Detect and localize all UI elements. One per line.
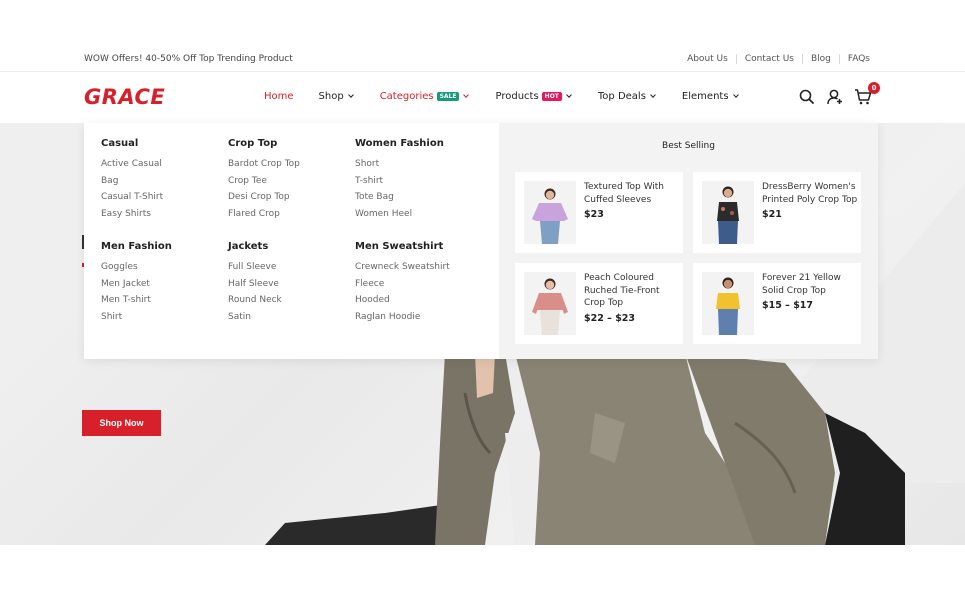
category-heading[interactable]: Men Fashion bbox=[101, 241, 226, 252]
nav-home[interactable]: Home bbox=[264, 91, 294, 102]
chevron-down-icon bbox=[566, 92, 572, 98]
product-card[interactable]: Forever 21 Yellow Solid Crop Top $15 – $… bbox=[693, 263, 861, 344]
user-add-icon[interactable] bbox=[826, 88, 844, 106]
product-card[interactable]: Peach Coloured Ruched Tie-Front Crop Top… bbox=[515, 263, 683, 344]
category-group-crop-top: Crop Top Bardot Crop Top Crop Tee Desi C… bbox=[228, 138, 353, 222]
category-group-casual: Casual Active Casual Bag Casual T-Shirt … bbox=[101, 138, 226, 222]
shop-now-button[interactable]: Shop Now bbox=[82, 410, 161, 436]
best-selling-panel: Best Selling Textured Top With Cuffed Sl… bbox=[499, 123, 878, 359]
category-heading[interactable]: Jackets bbox=[228, 241, 353, 252]
category-link[interactable]: Round Neck bbox=[228, 292, 353, 309]
category-link[interactable]: T-shirt bbox=[355, 173, 480, 190]
category-link[interactable]: Fleece bbox=[355, 276, 480, 293]
header-icons: 0 bbox=[788, 82, 880, 106]
chevron-down-icon bbox=[347, 92, 354, 98]
nav-categories[interactable]: Categories SALE bbox=[379, 91, 470, 102]
nav-products-label: Products bbox=[495, 91, 539, 102]
nav-home-label: Home bbox=[264, 91, 294, 102]
category-link[interactable]: Bag bbox=[101, 173, 226, 190]
nav-shop-label: Shop bbox=[318, 91, 344, 102]
category-link[interactable]: Satin bbox=[228, 309, 353, 326]
category-heading[interactable]: Crop Top bbox=[228, 138, 353, 149]
product-name: Forever 21 Yellow Solid Crop Top bbox=[762, 273, 841, 296]
product-image bbox=[524, 181, 576, 244]
category-link[interactable]: Hooded bbox=[355, 292, 480, 309]
chevron-down-icon bbox=[732, 92, 739, 98]
top-bar: WOW Offers! 40-50% Off Top Trending Prod… bbox=[0, 0, 965, 72]
nav-top-deals-label: Top Deals bbox=[597, 91, 646, 102]
category-group-men-sweatshirt: Men Sweatshirt Crewneck Sweatshirt Fleec… bbox=[355, 241, 480, 325]
category-link[interactable]: Short bbox=[355, 156, 480, 173]
logo[interactable]: GRACE bbox=[84, 85, 165, 109]
top-links: About Us Contact Us Blog FAQs bbox=[679, 54, 870, 64]
category-link[interactable]: Full Sleeve bbox=[228, 259, 353, 276]
product-image bbox=[702, 181, 754, 244]
category-link[interactable]: Flared Crop bbox=[228, 206, 353, 223]
nav-products[interactable]: Products HOT bbox=[495, 91, 572, 102]
product-price: $21 bbox=[762, 209, 782, 220]
category-link[interactable]: Goggles bbox=[101, 259, 226, 276]
category-link[interactable]: Easy Shirts bbox=[101, 206, 226, 223]
product-image bbox=[702, 272, 754, 335]
chevron-down-icon bbox=[650, 92, 656, 98]
product-image bbox=[524, 272, 576, 335]
category-link[interactable]: Active Casual bbox=[101, 156, 226, 173]
hero-model-image bbox=[265, 353, 905, 545]
product-card[interactable]: DressBerry Women's Printed Poly Crop Top… bbox=[693, 172, 861, 253]
product-price: $15 – $17 bbox=[762, 300, 814, 311]
category-link[interactable]: Raglan Hoodie bbox=[355, 309, 480, 326]
cart-count-badge: 0 bbox=[868, 82, 880, 94]
categories-mega-menu: Casual Active Casual Bag Casual T-Shirt … bbox=[84, 123, 878, 359]
category-link[interactable]: Desi Crop Top bbox=[228, 189, 353, 206]
product-name: Textured Top With Cuffed Sleeves bbox=[584, 182, 665, 205]
category-link[interactable]: Men Jacket bbox=[101, 276, 226, 293]
category-link[interactable]: Bardot Crop Top bbox=[228, 156, 353, 173]
cart-icon[interactable]: 0 bbox=[854, 82, 880, 106]
category-group-jackets: Jackets Full Sleeve Half Sleeve Round Ne… bbox=[228, 241, 353, 325]
nav-top-deals[interactable]: Top Deals bbox=[597, 91, 656, 102]
category-columns: Casual Active Casual Bag Casual T-Shirt … bbox=[84, 123, 499, 359]
category-group-women-fashion: Women Fashion Short T-shirt Tote Bag Wom… bbox=[355, 138, 480, 222]
category-heading[interactable]: Women Fashion bbox=[355, 138, 480, 149]
about-us-link[interactable]: About Us bbox=[679, 54, 736, 64]
category-link[interactable]: Crop Tee bbox=[228, 173, 353, 190]
faqs-link[interactable]: FAQs bbox=[838, 54, 870, 64]
search-icon[interactable] bbox=[798, 88, 816, 106]
product-card[interactable]: Textured Top With Cuffed Sleeves $23 bbox=[515, 172, 683, 253]
nav-elements[interactable]: Elements bbox=[681, 91, 739, 102]
contact-us-link[interactable]: Contact Us bbox=[735, 54, 802, 64]
category-heading[interactable]: Men Sweatshirt bbox=[355, 241, 480, 252]
product-price: $22 – $23 bbox=[584, 313, 636, 324]
category-group-men-fashion: Men Fashion Goggles Men Jacket Men T-shi… bbox=[101, 241, 226, 325]
sale-badge: SALE bbox=[436, 92, 460, 101]
main-nav: Home Shop Categories SALE Products HOT T… bbox=[264, 91, 739, 102]
nav-categories-label: Categories bbox=[379, 91, 434, 102]
blog-link[interactable]: Blog bbox=[801, 54, 839, 64]
main-header: GRACE Home Shop Categories SALE Products… bbox=[0, 72, 965, 123]
product-name: DressBerry Women's Printed Poly Crop Top bbox=[762, 182, 858, 205]
best-selling-title: Best Selling bbox=[662, 141, 715, 151]
category-link[interactable]: Casual T-Shirt bbox=[101, 189, 226, 206]
nav-shop[interactable]: Shop bbox=[318, 91, 354, 102]
product-name: Peach Coloured Ruched Tie-Front Crop Top bbox=[584, 273, 660, 308]
chevron-down-icon bbox=[463, 92, 470, 98]
product-price: $23 bbox=[584, 209, 604, 220]
category-link[interactable]: Crewneck Sweatshirt bbox=[355, 259, 480, 276]
category-heading[interactable]: Casual bbox=[101, 138, 226, 149]
category-link[interactable]: Women Heel bbox=[355, 206, 480, 223]
offer-text: WOW Offers! 40-50% Off Top Trending Prod… bbox=[84, 54, 293, 64]
category-link[interactable]: Tote Bag bbox=[355, 189, 480, 206]
category-link[interactable]: Shirt bbox=[101, 309, 226, 326]
nav-elements-label: Elements bbox=[681, 91, 729, 102]
hot-badge: HOT bbox=[541, 92, 562, 101]
category-link[interactable]: Men T-shirt bbox=[101, 292, 226, 309]
category-link[interactable]: Half Sleeve bbox=[228, 276, 353, 293]
